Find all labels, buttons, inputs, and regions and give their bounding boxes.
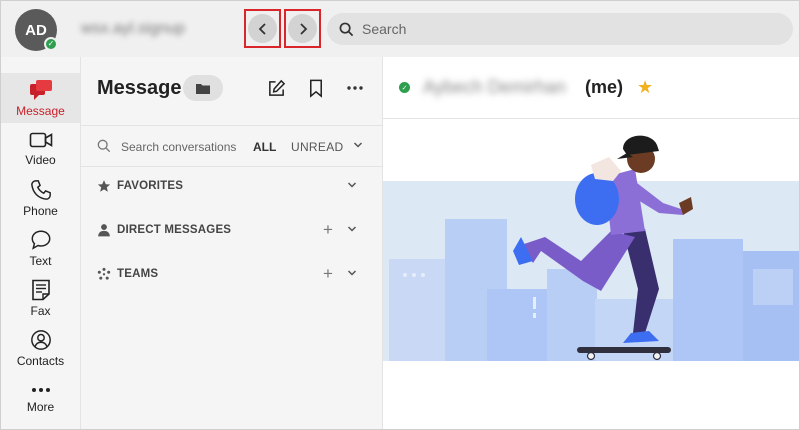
- search-icon: [97, 139, 111, 153]
- video-icon: [29, 132, 52, 147]
- left-nav: Message Video Phone Text Fax Contacts Mo…: [1, 57, 81, 429]
- conversation-header: ✓ Aybech Demirhan (me) ★: [383, 57, 799, 119]
- skateboarder-illustration: [383, 135, 799, 361]
- search-icon: [339, 22, 354, 36]
- chevron-down-icon[interactable]: [347, 181, 357, 189]
- chevron-left-icon: [258, 22, 266, 35]
- nav-label: Video: [25, 152, 56, 167]
- forward-button-highlight: [284, 9, 321, 48]
- text-icon: [31, 230, 50, 250]
- folder-button[interactable]: [183, 75, 223, 101]
- top-bar: AD ✓ wsx.ayl.signup: [1, 1, 799, 57]
- empty-state-illustration: [383, 119, 799, 429]
- section-label: TEAMS: [117, 268, 159, 280]
- section-teams[interactable]: TEAMS +: [81, 263, 382, 287]
- star-icon: [97, 180, 111, 192]
- chevron-down-icon[interactable]: [347, 269, 357, 277]
- back-button[interactable]: [248, 14, 277, 43]
- nav-label: Message: [16, 103, 65, 118]
- forward-button[interactable]: [288, 14, 317, 43]
- compose-icon: [268, 79, 285, 96]
- panel-title: Message: [97, 77, 182, 99]
- fax-icon: [31, 279, 50, 300]
- bookmark-button[interactable]: [305, 77, 327, 99]
- filter-unread-tab[interactable]: UNREAD: [291, 140, 343, 154]
- more-icon: [31, 387, 50, 392]
- nav-label: Phone: [23, 203, 58, 218]
- person-icon: [98, 224, 110, 237]
- presence-status-icon: ✓: [399, 82, 410, 93]
- folder-icon: [196, 83, 210, 94]
- me-tag: (me): [585, 77, 624, 97]
- nav-item-phone[interactable]: Phone: [1, 173, 80, 223]
- section-favorites[interactable]: FAVORITES: [81, 175, 382, 199]
- search-input[interactable]: [362, 21, 762, 37]
- nav-item-video[interactable]: Video: [1, 123, 80, 173]
- bookmark-icon: [310, 79, 322, 98]
- conversation-filter-row: Search conversations ALL UNREAD: [81, 125, 382, 167]
- avatar-initials: AD: [25, 21, 47, 39]
- chevron-right-icon: [299, 22, 307, 35]
- teams-icon: [97, 267, 111, 280]
- add-team-button[interactable]: +: [323, 264, 333, 284]
- nav-item-contacts[interactable]: Contacts: [1, 323, 80, 373]
- add-direct-message-button[interactable]: +: [323, 220, 333, 240]
- message-panel: Message Search conversations ALL UNREAD …: [81, 57, 383, 429]
- nav-item-more[interactable]: More: [1, 373, 80, 423]
- nav-label: Fax: [30, 303, 51, 318]
- phone-icon: [30, 179, 51, 200]
- chevron-down-icon[interactable]: [353, 141, 363, 149]
- contacts-icon: [30, 329, 51, 350]
- nav-item-fax[interactable]: Fax: [1, 273, 80, 323]
- nav-label: More: [26, 399, 55, 414]
- account-name: wsx.ayl.signup: [81, 20, 186, 37]
- global-search[interactable]: [327, 13, 793, 45]
- more-horizontal-icon: [347, 86, 363, 90]
- conversation-name: Aybech Demirhan: [423, 77, 566, 97]
- section-label: FAVORITES: [117, 180, 184, 192]
- section-direct-messages[interactable]: DIRECT MESSAGES +: [81, 219, 382, 243]
- back-button-highlight: [244, 9, 281, 48]
- nav-item-text[interactable]: Text: [1, 223, 80, 273]
- nav-label: Contacts: [16, 353, 65, 368]
- search-conversations-input[interactable]: Search conversations: [121, 140, 236, 154]
- filter-all-tab[interactable]: ALL: [253, 140, 276, 154]
- section-label: DIRECT MESSAGES: [117, 224, 232, 236]
- compose-button[interactable]: [265, 77, 287, 99]
- more-options-button[interactable]: [344, 77, 366, 99]
- nav-item-message[interactable]: Message: [1, 73, 80, 123]
- favorite-star-icon[interactable]: ★: [637, 77, 653, 98]
- chevron-down-icon[interactable]: [347, 225, 357, 233]
- presence-status-icon: ✓: [44, 37, 58, 51]
- nav-label: Text: [29, 253, 52, 268]
- message-icon: [29, 79, 52, 100]
